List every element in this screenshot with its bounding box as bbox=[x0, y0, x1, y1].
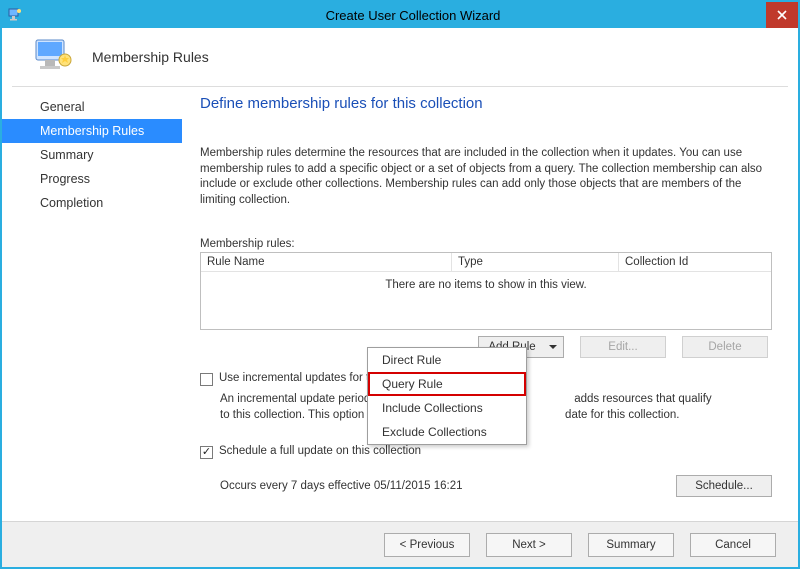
menu-exclude-collections[interactable]: Exclude Collections bbox=[368, 420, 526, 444]
rules-label: Membership rules: bbox=[200, 238, 772, 250]
edit-button: Edit... bbox=[580, 336, 666, 358]
cancel-button[interactable]: Cancel bbox=[690, 533, 776, 557]
previous-button[interactable]: < Previous bbox=[384, 533, 470, 557]
wizard-footer: < Previous Next > Summary Cancel bbox=[2, 521, 798, 567]
close-icon bbox=[777, 10, 787, 20]
next-button[interactable]: Next > bbox=[486, 533, 572, 557]
schedule-text: Occurs every 7 days effective 05/11/2015… bbox=[220, 480, 463, 492]
sidebar-item-completion[interactable]: Completion bbox=[2, 191, 182, 215]
sidebar: General Membership Rules Summary Progres… bbox=[2, 87, 182, 521]
wizard-window: Create User Collection Wizard Membership… bbox=[0, 0, 800, 569]
full-update-row: Schedule a full update on this collectio… bbox=[200, 445, 772, 459]
header-label: Membership Rules bbox=[92, 49, 209, 65]
sidebar-item-general[interactable]: General bbox=[2, 95, 182, 119]
sidebar-item-summary[interactable]: Summary bbox=[2, 143, 182, 167]
wizard-icon bbox=[2, 2, 28, 28]
delete-button: Delete bbox=[682, 336, 768, 358]
sidebar-item-membership-rules[interactable]: Membership Rules bbox=[2, 119, 182, 143]
col-type[interactable]: Type bbox=[452, 253, 619, 271]
inc-desc-c: to this collection. This option doe bbox=[220, 409, 387, 421]
page-title: Define membership rules for this collect… bbox=[200, 95, 772, 112]
window-title: Create User Collection Wizard bbox=[28, 8, 798, 23]
incremental-checkbox[interactable] bbox=[200, 373, 213, 386]
col-collection-id[interactable]: Collection Id bbox=[619, 253, 771, 271]
menu-direct-rule[interactable]: Direct Rule bbox=[368, 348, 526, 372]
full-update-checkbox[interactable] bbox=[200, 446, 213, 459]
monitor-icon bbox=[32, 37, 76, 77]
inc-desc-b: adds resources that qualify bbox=[574, 393, 711, 405]
content-pane: Define membership rules for this collect… bbox=[182, 87, 798, 521]
wizard-body: General Membership Rules Summary Progres… bbox=[2, 87, 798, 521]
inc-desc-d: date for this collection. bbox=[565, 409, 679, 421]
close-button[interactable] bbox=[766, 2, 798, 28]
schedule-button[interactable]: Schedule... bbox=[676, 475, 772, 497]
full-update-label: Schedule a full update on this collectio… bbox=[219, 445, 421, 457]
rules-table-header: Rule Name Type Collection Id bbox=[201, 253, 771, 272]
summary-button[interactable]: Summary bbox=[588, 533, 674, 557]
schedule-bar: Occurs every 7 days effective 05/11/2015… bbox=[200, 475, 772, 497]
col-rule-name[interactable]: Rule Name bbox=[201, 253, 452, 271]
header-band: Membership Rules bbox=[2, 28, 798, 86]
page-description: Membership rules determine the resources… bbox=[200, 146, 772, 208]
add-rule-menu: Direct Rule Query Rule Include Collectio… bbox=[367, 347, 527, 445]
title-bar: Create User Collection Wizard bbox=[2, 2, 798, 28]
menu-include-collections[interactable]: Include Collections bbox=[368, 396, 526, 420]
menu-query-rule[interactable]: Query Rule bbox=[368, 372, 526, 396]
sidebar-item-progress[interactable]: Progress bbox=[2, 167, 182, 191]
empty-message: There are no items to show in this view. bbox=[201, 279, 771, 291]
rules-table: Rule Name Type Collection Id There are n… bbox=[200, 252, 772, 330]
